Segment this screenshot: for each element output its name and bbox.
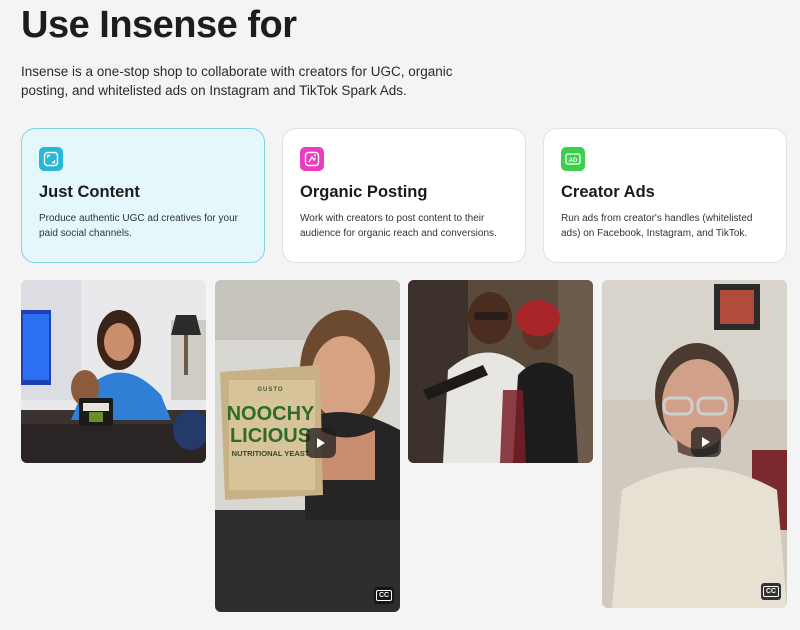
product-name-line-2: LICIOUS [229,425,312,447]
cc-label: CC [762,586,780,597]
creator-video-thumbnail-1[interactable] [21,280,206,463]
page-title: Use Insense for [21,4,297,46]
creator-photo [21,280,206,463]
card-description: Run ads from creator's handles (whitelis… [561,213,753,239]
product-label: GUSTO NOOCHY LICIOUS NUTRITIONAL YEAST [223,387,318,458]
frame-icon [39,147,63,171]
closed-captions-button[interactable]: CC [374,587,394,604]
creator-video-thumbnail-2[interactable]: GUSTO NOOCHY LICIOUS NUTRITIONAL YEAST C… [215,280,400,612]
svg-text:AD: AD [569,158,578,164]
card-description: Produce authentic UGC ad creatives for y… [39,213,238,239]
ad-icon: AD [561,147,585,171]
card-organic-posting[interactable]: Organic Posting Work with creators to po… [282,128,526,263]
card-title: Creator Ads [561,183,655,201]
card-title: Just Content [39,183,140,201]
play-icon [702,437,710,447]
play-icon [317,438,325,448]
card-description: Work with creators to post content to th… [300,213,497,239]
play-button[interactable] [691,427,721,457]
closed-captions-button[interactable]: CC [761,583,781,600]
product-name-line-1: NOOCHY [226,403,315,425]
card-just-content[interactable]: Just Content Produce authentic UGC ad cr… [21,128,265,263]
sparkle-icon [300,147,324,171]
card-creator-ads[interactable]: AD Creator Ads Run ads from creator's ha… [543,128,787,263]
intro-text: Insense is a one-stop shop to collaborat… [21,64,453,98]
product-brand: GUSTO [257,387,284,393]
creator-video-thumbnail-3[interactable] [408,280,593,463]
play-button[interactable] [306,428,336,458]
card-title: Organic Posting [300,183,428,201]
creator-photo [408,280,593,463]
creator-video-thumbnail-4[interactable]: CC [602,280,787,608]
product-name-line-3: NUTRITIONAL YEAST [231,449,310,458]
cc-label: CC [375,590,393,601]
